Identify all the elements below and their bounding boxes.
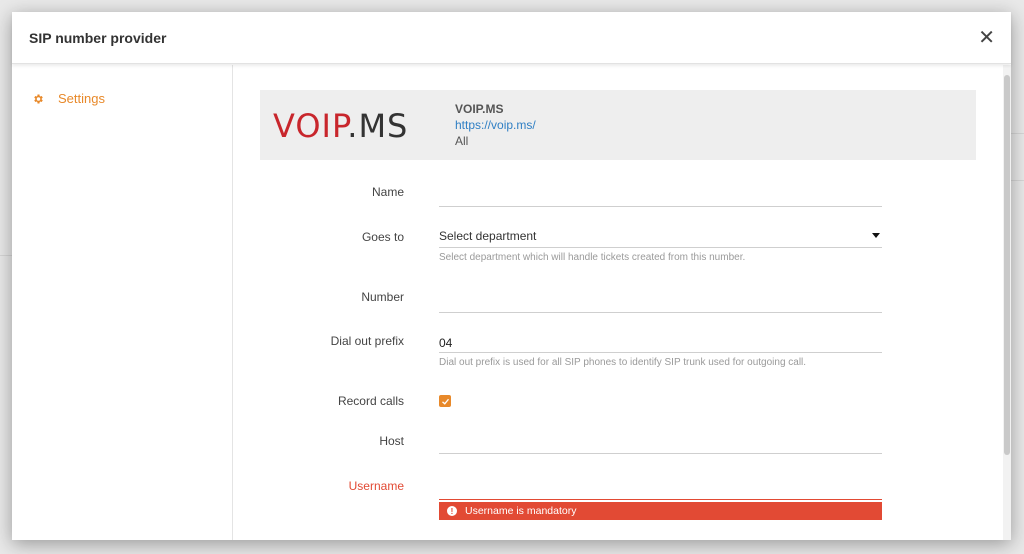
provider-info: VOIP.MS https://voip.ms/ All (455, 101, 536, 149)
dial-out-prefix-field: 04 Dial out prefix is used for all SIP p… (439, 329, 882, 368)
sidebar-item-settings[interactable]: Settings (12, 91, 232, 106)
error-icon: ! (447, 506, 457, 516)
goes-to-label: Goes to (361, 230, 404, 244)
name-label: Name (371, 185, 404, 199)
logo-text-voip: VOIP (273, 108, 351, 142)
record-calls-label: Record calls (337, 394, 404, 408)
modal-title: SIP number provider (29, 29, 167, 46)
record-calls-field (439, 395, 882, 407)
vertical-scrollbar[interactable] (1003, 65, 1011, 540)
name-field (439, 183, 882, 207)
username-label: Username (348, 479, 404, 493)
username-error-message: ! Username is mandatory (439, 502, 882, 520)
logo-text-ms: .MS (347, 108, 408, 142)
username-input[interactable] (439, 473, 882, 500)
number-input[interactable] (439, 289, 882, 313)
caret-down-icon (872, 233, 880, 238)
close-button[interactable]: ✕ (978, 28, 995, 48)
host-label: Host (379, 434, 404, 448)
sidebar: Settings (12, 65, 233, 540)
sidebar-item-label: Settings (58, 91, 105, 106)
dial-out-prefix-hint: Dial out prefix is used for all SIP phon… (439, 357, 807, 368)
provider-scope: All (455, 134, 469, 148)
username-error-text: Username is mandatory (465, 505, 577, 517)
name-input[interactable] (439, 183, 882, 207)
host-input[interactable] (439, 429, 882, 454)
scrollbar-thumb[interactable] (1004, 75, 1010, 455)
background-divider (0, 255, 12, 256)
check-icon (441, 398, 449, 405)
sip-provider-modal: SIP number provider ✕ Settings VOIP.MS V… (12, 12, 1011, 540)
department-select-value: Select department (439, 228, 537, 243)
host-field (439, 429, 882, 454)
provider-card: VOIP.MS VOIP.MS https://voip.ms/ All (260, 90, 976, 160)
username-field: ! Username is mandatory (439, 473, 882, 520)
modal-header: SIP number provider ✕ (12, 12, 1011, 64)
department-select[interactable]: Select department (439, 224, 882, 248)
background-divider (1011, 133, 1024, 134)
record-calls-checkbox[interactable] (439, 395, 451, 407)
gear-icon (34, 94, 43, 103)
number-label: Number (361, 290, 404, 304)
modal-body: Settings VOIP.MS VOIP.MS https://voip.ms… (12, 65, 1011, 540)
goes-to-field: Select department Select department whic… (439, 224, 882, 263)
number-field (439, 289, 882, 313)
main-content: VOIP.MS VOIP.MS https://voip.ms/ All Nam… (233, 65, 1011, 540)
dial-out-prefix-label: Dial out prefix (330, 334, 404, 348)
svg-text:VOIP.MS: VOIP.MS (273, 108, 408, 142)
goes-to-hint: Select department which will handle tick… (439, 252, 746, 263)
provider-url-link[interactable]: https://voip.ms/ (455, 118, 536, 132)
provider-name: VOIP.MS (455, 102, 504, 116)
voipms-logo: VOIP.MS (273, 108, 408, 142)
background-divider (1011, 180, 1024, 181)
dial-out-prefix-input[interactable]: 04 (439, 329, 882, 353)
close-icon: ✕ (978, 26, 995, 49)
